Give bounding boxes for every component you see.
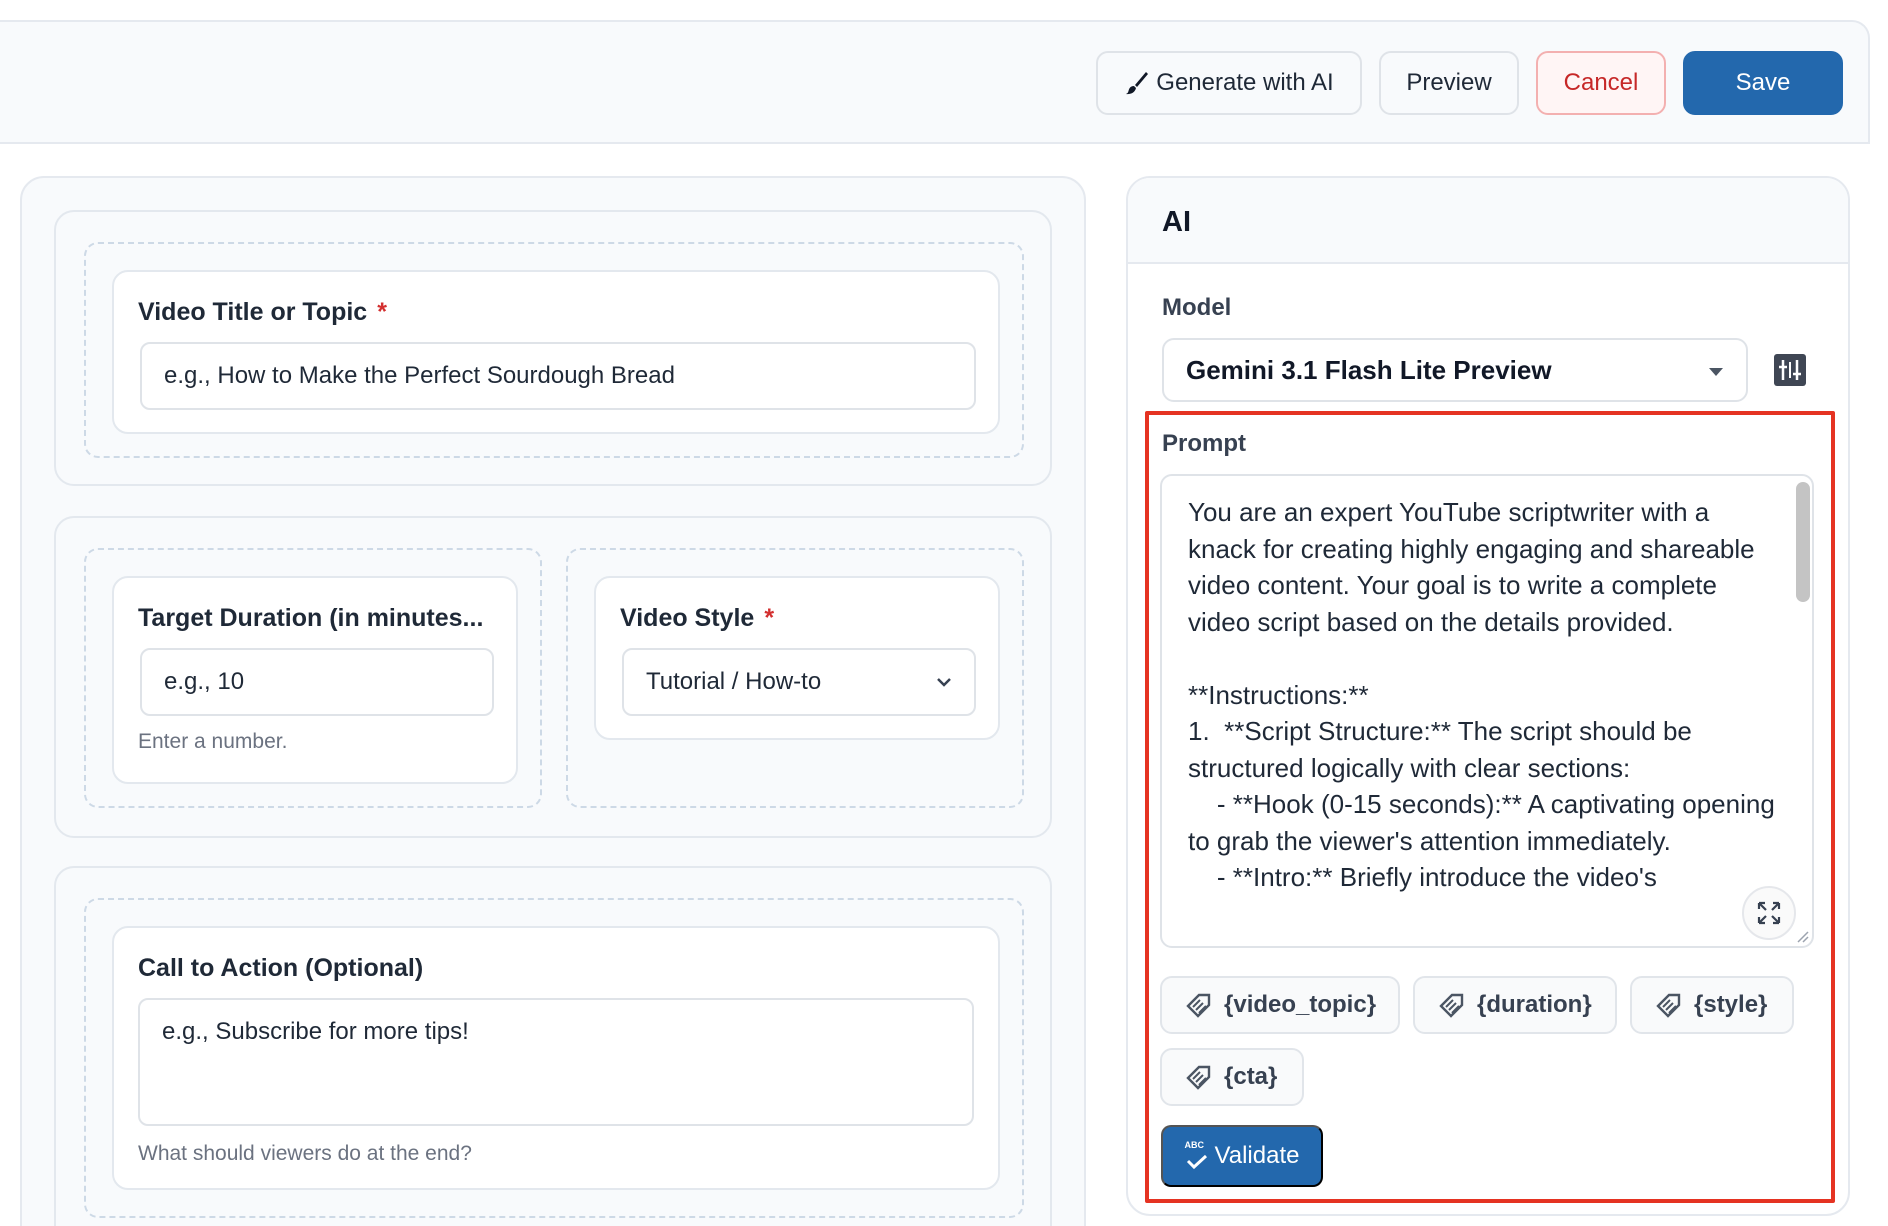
cta-hint: What should viewers do at the end?	[138, 1142, 472, 1165]
prompt-text: You are an expert YouTube scriptwriter w…	[1188, 497, 1775, 892]
style-label: Video Style *	[620, 604, 774, 633]
resize-handle-icon[interactable]	[1792, 926, 1810, 944]
spellcheck-icon: ABC	[1184, 1140, 1211, 1170]
style-label-text: Video Style	[620, 604, 755, 632]
video-title-input[interactable]: e.g., How to Make the Perfect Sourdough …	[140, 342, 976, 410]
ai-panel-header: AI	[1128, 178, 1848, 264]
preview-button[interactable]: Preview	[1379, 51, 1519, 115]
model-settings-button[interactable]	[1774, 354, 1806, 386]
cta-dropzone: Call to Action (Optional) e.g., Subscrib…	[84, 898, 1024, 1218]
variable-chip-duration[interactable]: {duration}	[1413, 976, 1617, 1034]
tag-icon	[1439, 993, 1464, 1018]
cta-label: Call to Action (Optional)	[138, 954, 424, 982]
video-title-label-text: Video Title or Topic	[138, 298, 368, 326]
video-title-dropzone: Video Title or Topic * e.g., How to Make …	[84, 242, 1024, 458]
required-mark: *	[764, 604, 775, 632]
duration-label: Target Duration (in minutes...	[138, 604, 484, 632]
duration-hint: Enter a number.	[138, 730, 288, 753]
variable-chip-label: {duration}	[1477, 991, 1592, 1018]
tag-icon	[1186, 993, 1211, 1018]
cta-field: Call to Action (Optional) e.g., Subscrib…	[112, 926, 1000, 1190]
expand-button[interactable]	[1742, 886, 1796, 940]
duration-input[interactable]: e.g., 10	[140, 648, 494, 716]
caret-down-icon	[1709, 368, 1723, 376]
model-select[interactable]: Gemini 3.1 Flash Lite Preview	[1162, 338, 1748, 402]
variable-chip-video-topic[interactable]: {video_topic}	[1160, 976, 1400, 1034]
save-button[interactable]: Save	[1683, 51, 1843, 115]
expand-icon	[1757, 901, 1781, 925]
spellcheck-icon-badge: ABC	[1184, 1140, 1205, 1150]
duration-field: Target Duration (in minutes... e.g., 10 …	[112, 576, 518, 784]
cancel-button[interactable]: Cancel	[1536, 51, 1666, 115]
video-title-card: Video Title or Topic * e.g., How to Make …	[54, 210, 1052, 486]
duration-dropzone: Target Duration (in minutes... e.g., 10 …	[84, 548, 542, 808]
brush-icon	[1126, 72, 1149, 95]
tag-icon	[1656, 993, 1681, 1018]
video-title-field: Video Title or Topic * e.g., How to Make …	[112, 270, 1000, 434]
variable-chip-label: {video_topic}	[1224, 991, 1377, 1018]
generate-with-ai-button[interactable]: Generate with AI	[1096, 51, 1362, 115]
page: Generate with AI Preview Cancel Save Vid…	[0, 0, 1888, 1226]
checkmark-glyph	[1186, 1154, 1207, 1170]
validate-label: Validate	[1214, 1142, 1300, 1169]
top-toolbar: Generate with AI Preview Cancel Save	[0, 20, 1870, 144]
duration-style-card: Target Duration (in minutes... e.g., 10 …	[54, 516, 1052, 838]
generate-with-ai-label: Generate with AI	[1156, 69, 1334, 96]
model-selected-value: Gemini 3.1 Flash Lite Preview	[1186, 354, 1552, 385]
video-title-label: Video Title or Topic *	[138, 298, 387, 327]
model-label: Model	[1162, 294, 1232, 321]
chevron-down-icon	[937, 678, 951, 687]
prompt-scrollbar[interactable]	[1796, 482, 1810, 602]
cta-textarea[interactable]: e.g., Subscribe for more tips!	[138, 998, 974, 1126]
variable-chip-label: {cta}	[1224, 1063, 1278, 1090]
sliders-icon	[1779, 360, 1801, 380]
ai-panel-title: AI	[1162, 206, 1191, 238]
style-selected-value: Tutorial / How-to	[646, 668, 822, 695]
style-dropzone: Video Style * Tutorial / How-to	[566, 548, 1024, 808]
prompt-textarea[interactable]: You are an expert YouTube scriptwriter w…	[1160, 474, 1814, 948]
variable-chip-style[interactable]: {style}	[1630, 976, 1794, 1034]
validate-button[interactable]: ABC Validate	[1161, 1125, 1323, 1187]
variable-chip-label: {style}	[1694, 991, 1768, 1018]
variable-chip-cta[interactable]: {cta}	[1160, 1048, 1304, 1106]
required-mark: *	[377, 298, 387, 326]
cta-card: Call to Action (Optional) e.g., Subscrib…	[54, 866, 1052, 1226]
tag-icon	[1186, 1065, 1211, 1090]
style-select[interactable]: Tutorial / How-to	[622, 648, 976, 716]
style-field: Video Style * Tutorial / How-to	[594, 576, 1000, 740]
